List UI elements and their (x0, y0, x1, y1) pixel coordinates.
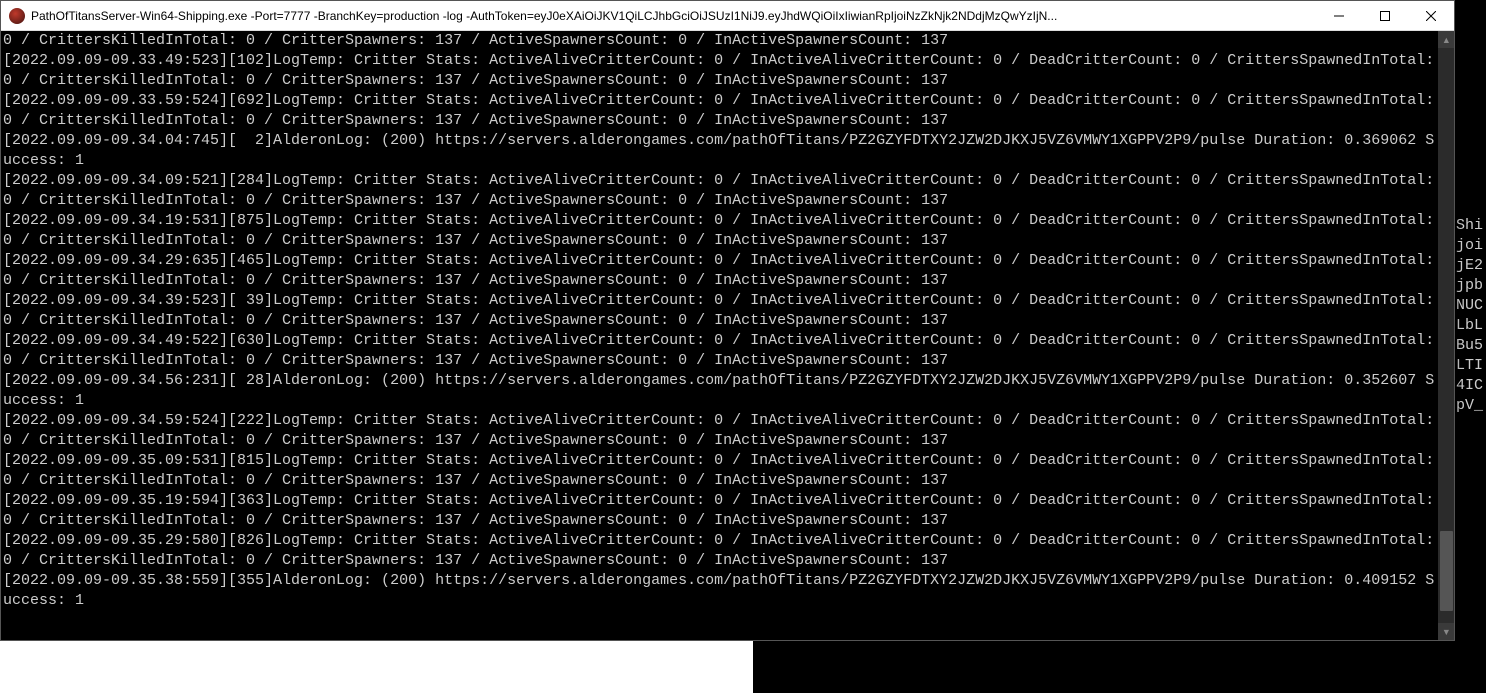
minimize-icon (1334, 11, 1344, 21)
close-button[interactable] (1408, 1, 1454, 31)
scroll-up-arrow[interactable]: ▲ (1438, 31, 1454, 48)
scrollbar-thumb[interactable] (1440, 531, 1453, 611)
maximize-icon (1380, 11, 1390, 21)
vertical-scrollbar[interactable]: ▲ ▼ (1438, 31, 1454, 640)
scroll-down-arrow[interactable]: ▼ (1438, 623, 1454, 640)
background-console: Shi joi jE2 jpb NUC LbL Bu5 LTI 4IC pV_ (1454, 36, 1486, 641)
window-title: PathOfTitansServer-Win64-Shipping.exe -P… (31, 9, 1316, 23)
minimize-button[interactable] (1316, 1, 1362, 31)
app-icon (9, 8, 25, 24)
window-controls (1316, 1, 1454, 31)
console-output[interactable]: 0 / CrittersKilledInTotal: 0 / CritterSp… (1, 31, 1438, 640)
console-window: PathOfTitansServer-Win64-Shipping.exe -P… (0, 0, 1455, 641)
titlebar[interactable]: PathOfTitansServer-Win64-Shipping.exe -P… (1, 1, 1454, 31)
close-icon (1426, 11, 1436, 21)
client-area: 0 / CrittersKilledInTotal: 0 / CritterSp… (1, 31, 1454, 640)
background-white-strip (0, 641, 753, 693)
maximize-button[interactable] (1362, 1, 1408, 31)
